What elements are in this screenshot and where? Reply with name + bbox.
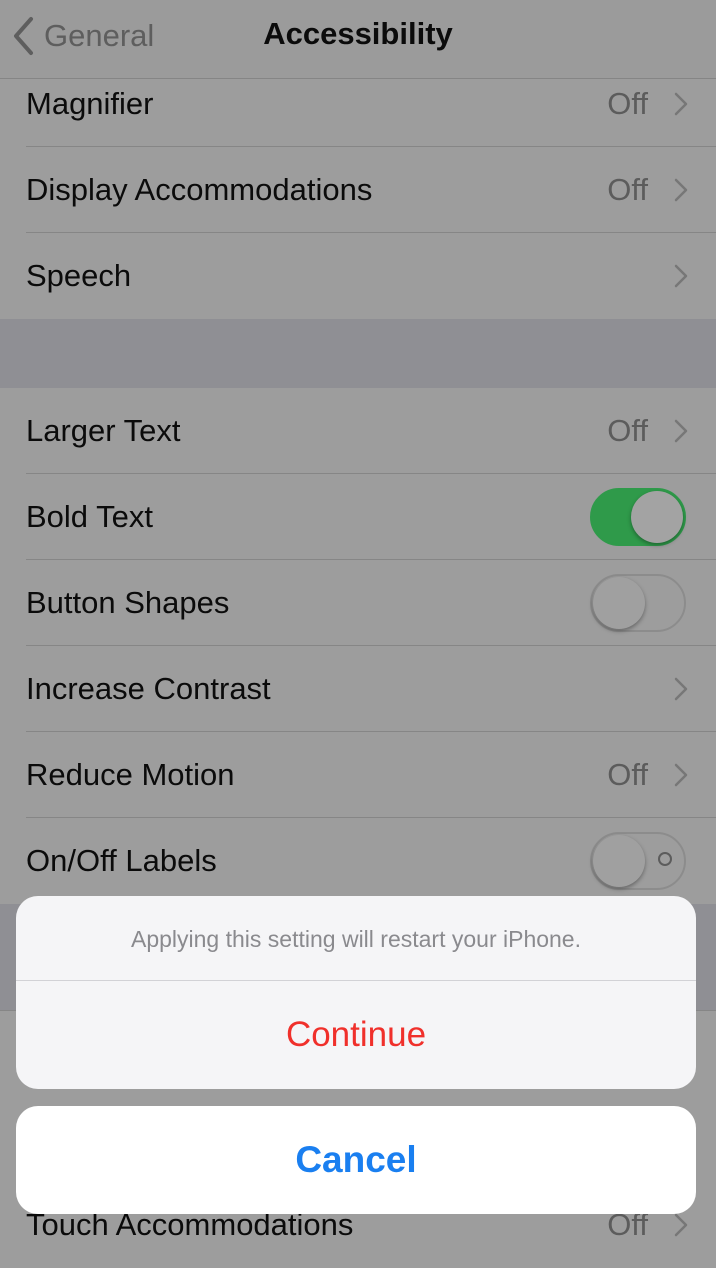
- row-bold-text[interactable]: Bold Text: [0, 474, 716, 560]
- row-button-shapes[interactable]: Button Shapes: [0, 560, 716, 646]
- row-label: Display Accommodations: [26, 172, 373, 207]
- settings-section-2: Larger Text Off Bold Text Button Shapes Incr…: [0, 388, 716, 904]
- row-label: Increase Contrast: [26, 671, 271, 706]
- row-label: Speech: [26, 258, 132, 293]
- navigation-bar-overlay: General Accessibility: [0, 0, 716, 79]
- toggle-knob: [593, 835, 645, 887]
- chevron-right-icon: [674, 264, 688, 288]
- row-value: Off: [607, 757, 648, 792]
- toggle-switch[interactable]: [590, 832, 686, 890]
- row-value: Off: [607, 413, 648, 448]
- row-reduce-motion[interactable]: Reduce Motion Off: [0, 732, 716, 818]
- toggle-switch[interactable]: [590, 574, 686, 632]
- chevron-right-icon: [674, 1213, 688, 1237]
- action-sheet: Applying this setting will restart your …: [16, 896, 696, 1089]
- toggle-knob: [593, 577, 645, 629]
- chevron-right-icon: [674, 677, 688, 701]
- settings-section-1: Magnifier Off Display Accommodations Off Spe…: [0, 61, 716, 319]
- row-label: Bold Text: [26, 499, 153, 534]
- off-label-ring-icon: [658, 852, 672, 866]
- toggle-switch[interactable]: [590, 488, 686, 546]
- row-increase-contrast[interactable]: Increase Contrast: [0, 646, 716, 732]
- row-larger-text[interactable]: Larger Text Off: [0, 388, 716, 474]
- action-sheet-message: Applying this setting will restart your …: [16, 896, 696, 981]
- row-display-accommodations[interactable]: Display Accommodations Off: [0, 147, 716, 233]
- toggle-knob: [631, 491, 683, 543]
- chevron-right-icon: [674, 178, 688, 202]
- row-label: On/Off Labels: [26, 843, 217, 878]
- row-value: Off: [607, 172, 648, 207]
- row-on-off-labels[interactable]: On/Off Labels: [0, 818, 716, 904]
- row-label: Larger Text: [26, 413, 181, 448]
- chevron-right-icon: [674, 763, 688, 787]
- row-label: Button Shapes: [26, 585, 230, 620]
- continue-button[interactable]: Continue: [16, 981, 696, 1089]
- chevron-right-icon: [674, 419, 688, 443]
- cancel-button[interactable]: Cancel: [16, 1106, 696, 1214]
- chevron-right-icon: [674, 92, 688, 116]
- row-label: Reduce Motion: [26, 757, 235, 792]
- page-title: Accessibility: [263, 16, 453, 51]
- row-speech[interactable]: Speech: [0, 233, 716, 319]
